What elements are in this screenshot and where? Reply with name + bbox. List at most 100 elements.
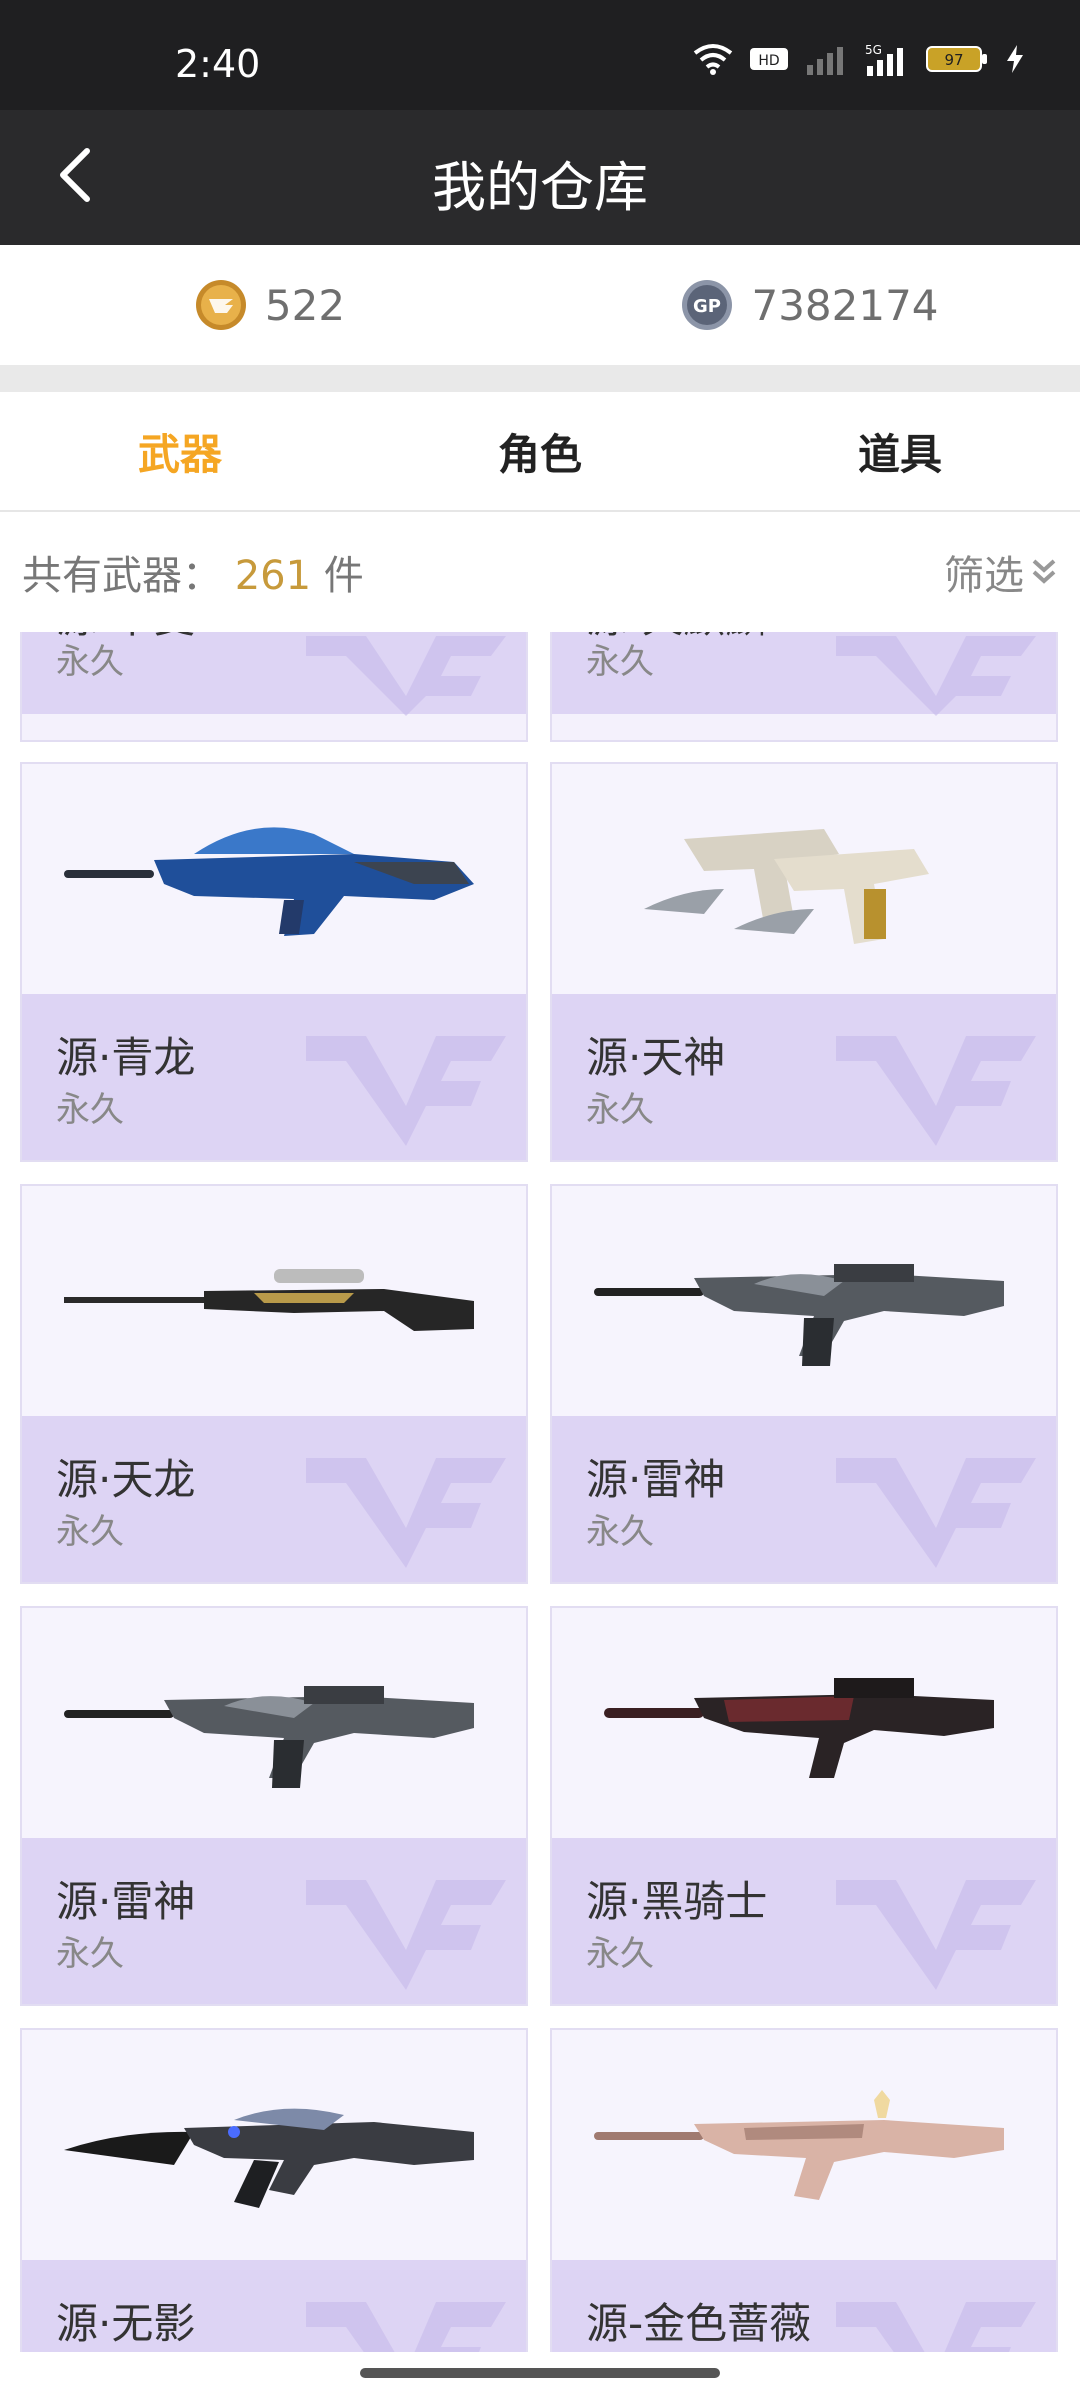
weapon-image [552,1608,1056,1838]
signal-5g-icon: 5G [865,43,903,76]
card-info: 源·天龙 永久 [22,1416,526,1582]
weapon-card[interactable]: 源·雷神 永久 [550,1184,1058,1584]
card-info: 源·天神 永久 [552,994,1056,1160]
count-value: 261 [234,553,312,599]
weapon-card[interactable]: 源·雷神 永久 [20,1606,528,2006]
weapon-duration: 永久 [56,1934,124,1974]
cf-watermark-icon [306,1880,506,1990]
weapon-card[interactable]: 源·火麒麟 永久 [550,632,1058,742]
card-info: 源·雷神 永久 [552,1416,1056,1582]
cf-watermark-icon [836,1036,1036,1146]
count-label: 共有武器： [22,553,222,599]
charging-icon [1007,45,1023,73]
rifle-blue-dragon-icon [64,827,474,936]
home-indicator[interactable] [360,2368,720,2378]
weapon-duration: 永久 [586,1934,654,1974]
weapon-card[interactable]: 源·无影 永久 [20,2028,528,2352]
cf-watermark-icon [306,2302,506,2352]
weapon-card[interactable]: 源·青龙 永久 [20,762,528,1162]
double-chevron-down-icon [1032,559,1056,584]
cf-watermark-icon [306,1036,506,1146]
cf-watermark-icon [306,636,506,716]
filter-label: 筛选 [944,553,1024,599]
weapon-card[interactable]: 源·天神 永久 [550,762,1058,1162]
weapon-duration: 永久 [586,2348,654,2352]
weapon-name: 源·雷神 [56,1877,196,1926]
page-title: 我的仓库 [432,156,648,219]
gp-balance: GP 7382174 [540,245,1080,365]
tab-characters[interactable]: 角色 [360,392,720,510]
count-bar: 共有武器： 261 件 筛选 [0,512,1080,632]
weapon-duration: 永久 [586,642,654,682]
coin-amount: 522 [264,280,346,330]
gp-amount: 7382174 [751,280,939,330]
svg-text:97: 97 [944,51,963,69]
cf-watermark-icon [836,1880,1036,1990]
dual-pistols-gold-icon [644,829,929,944]
weapon-image [22,1608,526,1838]
category-tabs: 武器 角色 道具 [0,392,1080,512]
tab-weapons[interactable]: 武器 [0,392,360,510]
battery-icon: 97 [926,46,987,72]
weapon-image [22,1186,526,1416]
card-info: 源·雷神 永久 [22,1838,526,2004]
cf-watermark-icon [836,2302,1036,2352]
svg-text:5G: 5G [865,43,882,57]
svg-text:HD: HD [758,53,779,69]
cf-watermark-icon [836,636,1036,716]
weapon-image [552,2030,1056,2260]
warehouse-screen: 2:40 HD 5G 97 我的仓库 522 GP 7382174 武器 角色 … [0,0,1080,2400]
currency-row: 522 GP 7382174 [0,245,1080,365]
weapon-duration: 永久 [56,1512,124,1552]
weapon-image [22,764,526,994]
svg-text:GP: GP [693,296,721,317]
card-info: 源-金色蔷薇 永久 [552,2260,1056,2352]
rifle-thunder-icon [64,1686,474,1788]
count-unit: 件 [323,553,364,599]
card-info: 源·千变 永久 [22,632,526,716]
weapon-card[interactable]: 源·千变 永久 [20,632,528,742]
rifle-golden-rose-icon [594,2090,1004,2200]
cf-watermark-icon [836,1458,1036,1568]
weapon-image [552,1186,1056,1416]
weapon-image [22,2030,526,2260]
weapon-image [552,764,1056,994]
status-time: 2:40 [175,42,261,86]
weapon-grid: 源·千变 永久 源·火麒麟 永久 [0,632,1080,2352]
weapon-name: 源·天龙 [56,1455,196,1504]
ak-shadow-icon [64,2108,474,2208]
weapon-name: 源·雷神 [586,1455,726,1504]
weapon-name: 源-金色蔷薇 [586,2299,812,2348]
signal-1-icon [807,47,843,75]
weapon-duration: 永久 [56,642,124,682]
rifle-thunder-icon [594,1264,1004,1366]
card-info: 源·黑骑士 永久 [552,1838,1056,2004]
section-divider [0,365,1080,392]
weapon-name: 源·无影 [56,2299,196,2348]
card-info: 源·无影 永久 [22,2260,526,2352]
app-bar: 我的仓库 [0,110,1080,245]
weapon-count: 共有武器： 261 件 [22,543,364,601]
weapon-duration: 永久 [56,2348,124,2352]
cf-coin-icon [195,280,246,330]
weapon-card[interactable]: 源·天龙 永久 [20,1184,528,1584]
filter-button[interactable]: 筛选 [944,543,1058,601]
rifle-black-knight-icon [604,1678,994,1778]
weapon-name: 源·黑骑士 [586,1877,768,1926]
hd-icon: HD [750,48,788,70]
wifi-icon [693,44,733,75]
status-icons: HD 5G 97 [693,42,1025,76]
status-bar: 2:40 HD 5G 97 [0,0,1080,110]
coin-balance: 522 [0,245,540,365]
cf-watermark-icon [306,1458,506,1568]
weapon-duration: 永久 [586,1090,654,1130]
weapon-duration: 永久 [56,1090,124,1130]
tab-items[interactable]: 道具 [720,392,1080,510]
sniper-rifle-icon [64,1269,474,1331]
gp-coin-icon: GP [682,280,733,330]
weapon-name: 源·天神 [586,1033,726,1082]
weapon-card[interactable]: 源·黑骑士 永久 [550,1606,1058,2006]
weapon-card[interactable]: 源-金色蔷薇 永久 [550,2028,1058,2352]
weapon-name: 源·青龙 [56,1033,196,1082]
card-info: 源·青龙 永久 [22,994,526,1160]
